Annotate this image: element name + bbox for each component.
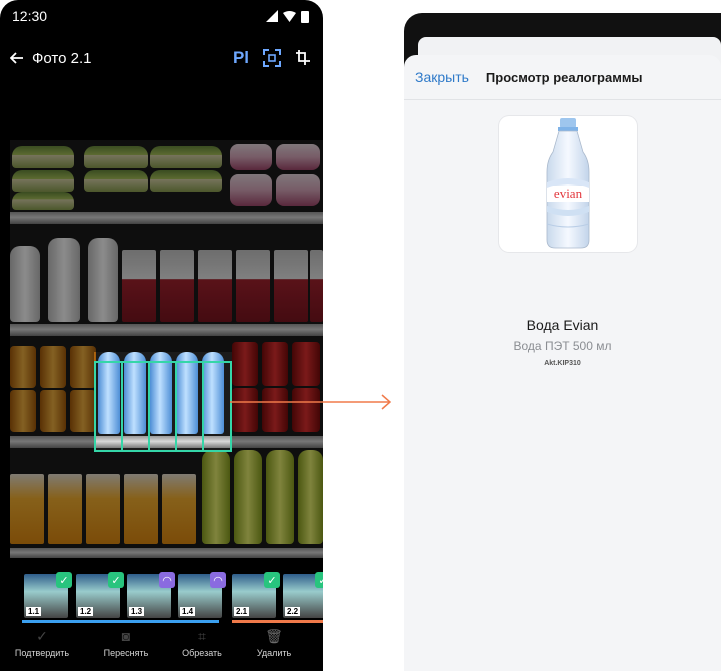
shelf-photo[interactable]: [10, 140, 323, 558]
pending-icon: ◠: [210, 572, 226, 588]
selection-box[interactable]: [121, 361, 150, 452]
confirm-button[interactable]: ✓ Подтвердить: [2, 628, 82, 658]
wifi-icon: [283, 10, 296, 22]
status-time: 12:30: [12, 8, 48, 24]
bottle-brand-label: evian: [554, 186, 583, 201]
sheet-header: Закрыть Просмотр реалограммы: [404, 55, 721, 100]
selection-box[interactable]: [148, 361, 177, 452]
retake-button[interactable]: ◙ Переснять: [86, 628, 166, 658]
crop-button[interactable]: ⌗ Обрезать: [162, 628, 242, 658]
evian-bottle-image: evian: [546, 118, 590, 249]
photo-thumbnail[interactable]: 2.2 ✓: [283, 572, 323, 618]
group-indicator-bar: [22, 620, 219, 623]
crop-icon[interactable]: [295, 49, 311, 67]
photo-thumbnail[interactable]: 1.2 ✓: [76, 572, 124, 618]
check-icon: ✓: [108, 572, 124, 588]
check-icon: ✓: [36, 628, 48, 644]
check-icon: ✓: [315, 572, 323, 588]
camera-icon: ◙: [121, 628, 131, 644]
sheet-title: Просмотр реалограммы: [485, 69, 643, 85]
screen-title: Фото 2.1: [32, 49, 92, 67]
focus-frame-icon[interactable]: [263, 49, 281, 67]
photo-thumbnail[interactable]: 1.3 ◠: [127, 572, 175, 618]
selection-box[interactable]: [175, 361, 204, 452]
planogram-screen: Закрыть Просмотр реалограммы evian Вода …: [404, 13, 721, 671]
product-sku: Akt.KIP310: [544, 360, 581, 367]
product-name: Вода Evian: [526, 317, 599, 333]
check-icon: ✓: [264, 572, 280, 588]
battery-icon: [301, 10, 309, 23]
back-button[interactable]: Фото 2.1: [10, 50, 91, 67]
photo-thumbnail[interactable]: 1.4 ◠: [178, 572, 226, 618]
bottom-sheet: Закрыть Просмотр реалограммы evian Вода …: [404, 55, 721, 671]
selection-box[interactable]: [202, 361, 232, 452]
photo-thumbnail[interactable]: 1.1 ✓: [24, 572, 72, 618]
close-button[interactable]: Закрыть: [415, 69, 469, 85]
planogram-button[interactable]: Pl: [233, 48, 249, 68]
product-image-card: evian: [499, 116, 637, 252]
bottom-action-bar: ✓ Подтвердить ◙ Переснять ⌗ Обрезать 🗑 У…: [0, 628, 323, 668]
selection-box[interactable]: [94, 361, 123, 452]
thumbnail-strip: 1.1 ✓ 1.2 ✓ 1.3 ◠ 1.4 ◠ 2.1 ✓ 2.2 ✓: [0, 572, 323, 622]
check-icon: ✓: [56, 572, 72, 588]
signal-icon: [266, 10, 278, 22]
top-bar: Фото 2.1 Pl: [10, 44, 311, 72]
trash-icon: 🗑: [265, 628, 283, 644]
group-indicator-bar: [232, 620, 323, 623]
photo-screen: 12:30 Фото 2.1 Pl 1.1 ✓ 1.2 ✓ 1.3 ◠ 1.4 …: [0, 0, 323, 671]
pending-icon: ◠: [159, 572, 175, 588]
crop-icon: ⌗: [198, 628, 206, 644]
delete-button[interactable]: 🗑 Удалить: [234, 628, 314, 658]
status-bar: 12:30: [12, 6, 309, 26]
product-description: Вода ПЭТ 500 мл: [513, 339, 612, 353]
arrow-left-icon: [10, 52, 23, 64]
photo-thumbnail[interactable]: 2.1 ✓: [232, 572, 280, 618]
arrow-right-icon: [230, 394, 392, 410]
